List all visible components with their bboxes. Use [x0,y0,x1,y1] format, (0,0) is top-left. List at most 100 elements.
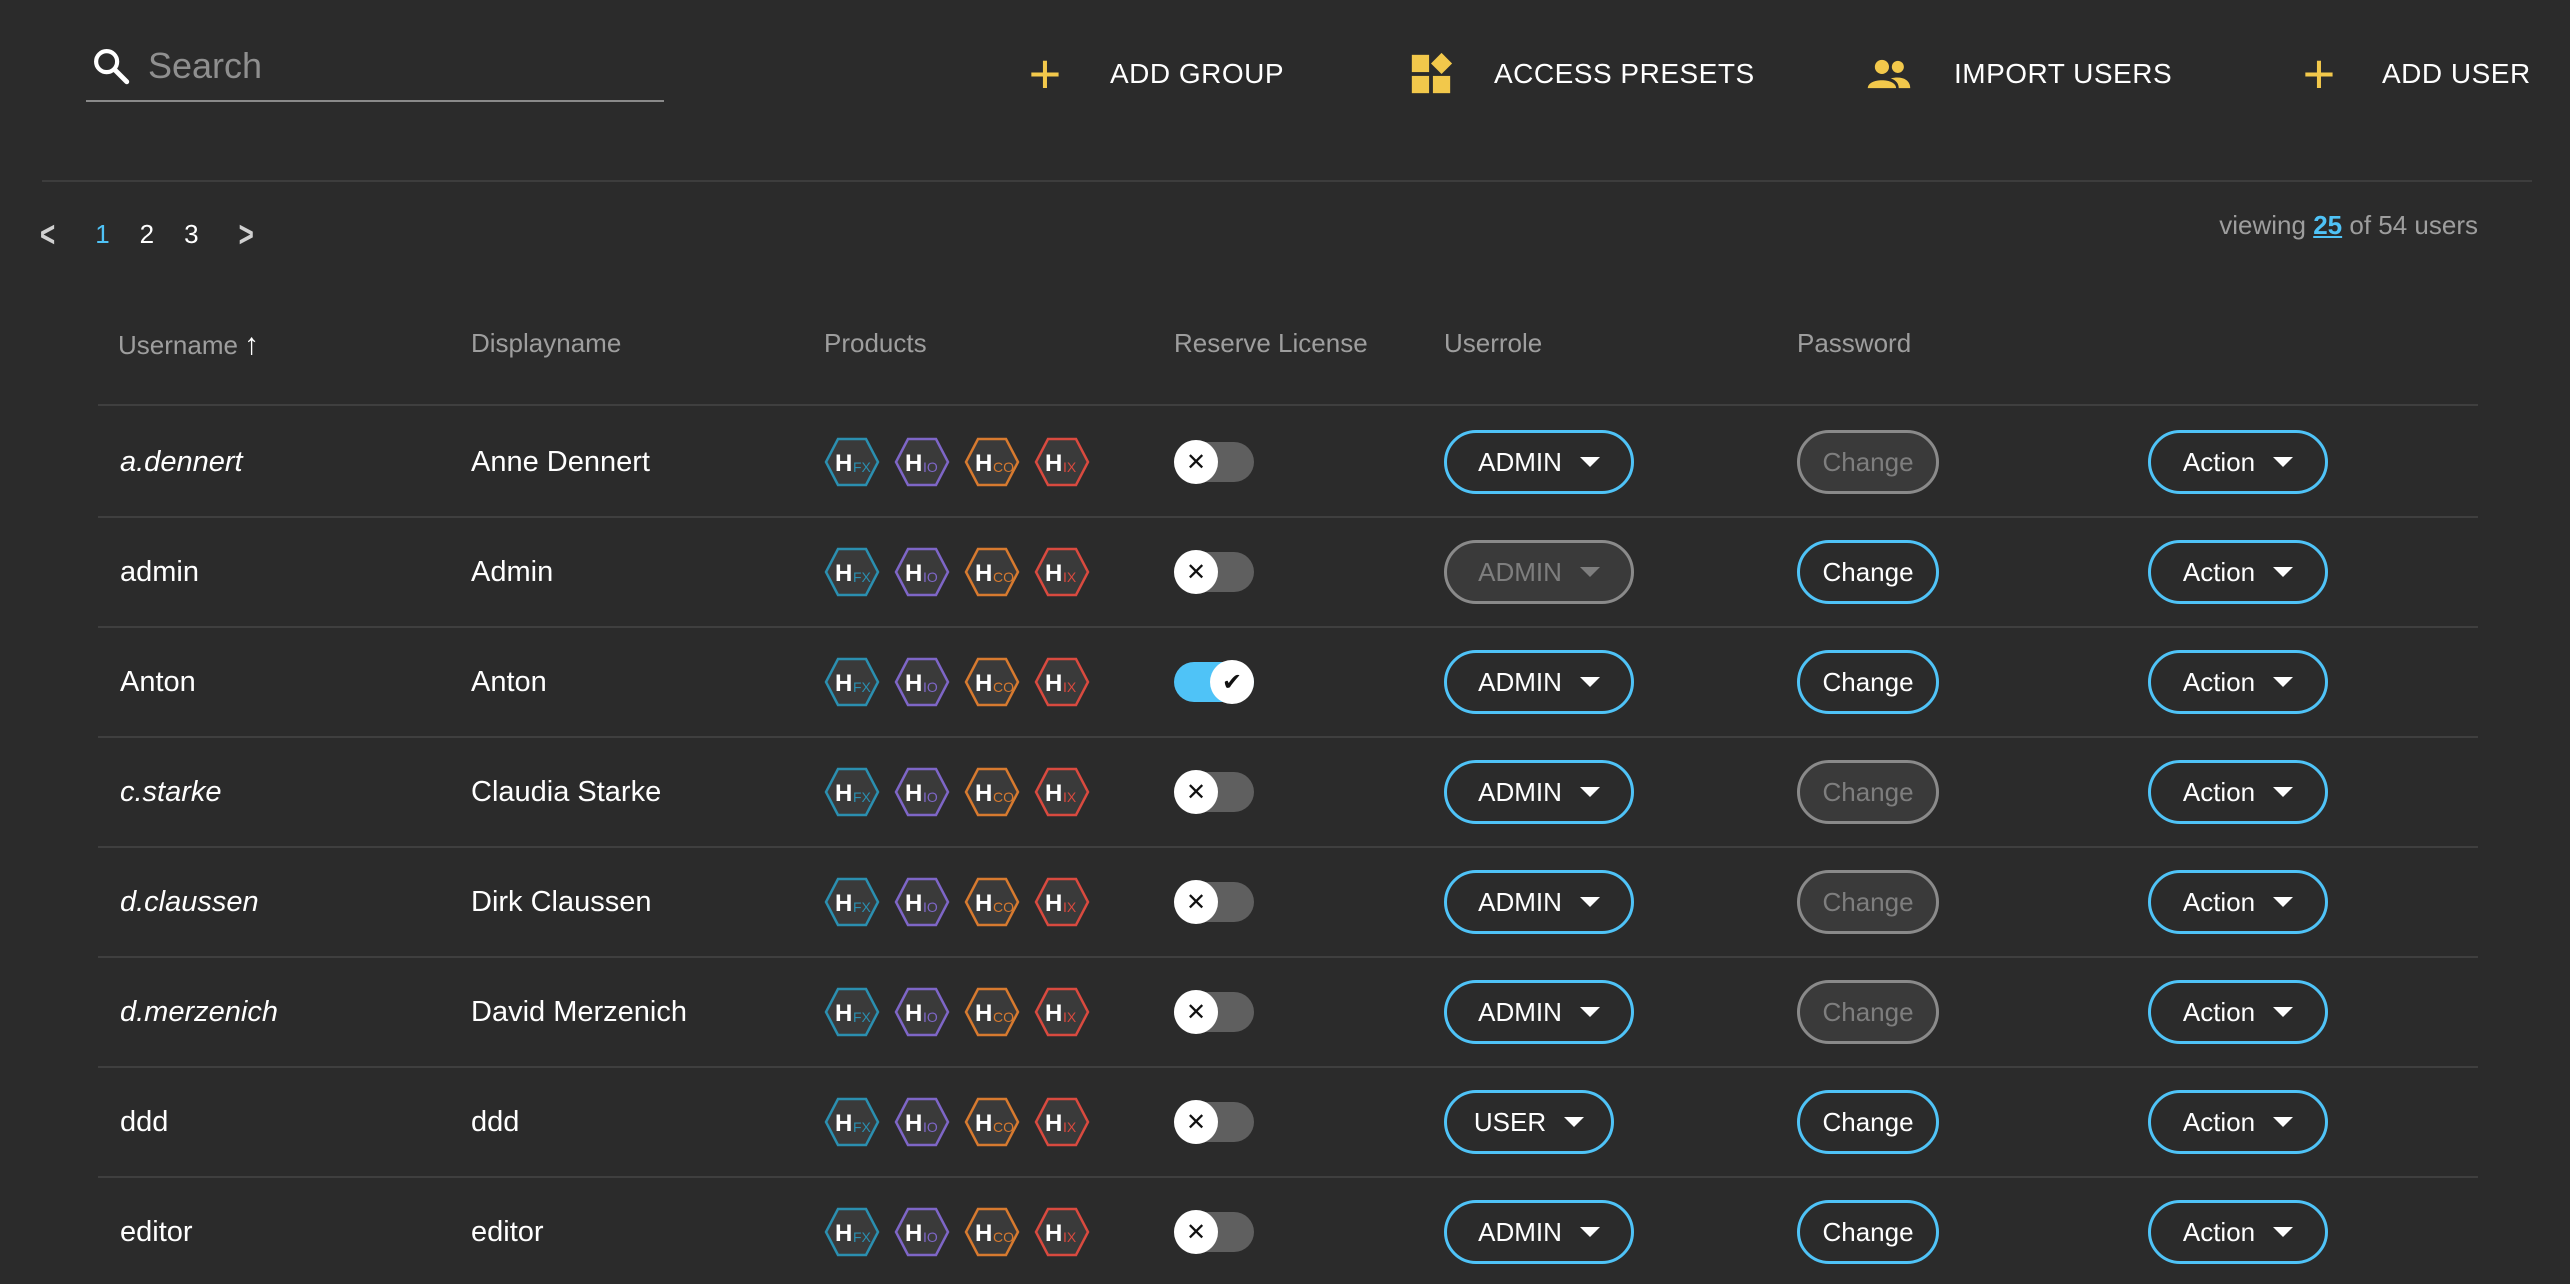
userrole-dropdown[interactable]: ADMIN [1444,430,1634,494]
product-hex-icon[interactable]: H IO [894,546,950,598]
reserve-license-toggle[interactable]: ✕ [1174,1100,1254,1144]
caret-down-icon [2273,897,2294,907]
action-dropdown[interactable]: Action [2148,650,2328,714]
chevron-right-icon[interactable]: > [239,212,254,255]
action-dropdown[interactable]: Action [2148,430,2328,494]
header-username[interactable]: Username ↑ [118,328,259,362]
displayname-cell: David Merzenich [471,995,687,1028]
add-group-button[interactable]: + ADD GROUP [1022,40,1284,108]
change-password-button[interactable]: Change [1797,1090,1939,1154]
reserve-license-toggle[interactable]: ✔ [1174,660,1254,704]
product-code: IO [923,459,938,475]
product-code: CO [993,1229,1014,1245]
action-dropdown[interactable]: Action [2148,870,2328,934]
product-hex-icon[interactable]: H IX [1034,766,1090,818]
header-displayname[interactable]: Displayname [471,328,621,359]
product-letter: H [835,890,852,917]
product-code: IX [1063,789,1077,805]
search-input[interactable] [148,45,628,87]
action-cell: Action [2148,1178,2328,1284]
product-letter: H [905,890,922,917]
userrole-dropdown[interactable]: ADMIN [1444,1200,1634,1264]
userrole-cell: ADMIN [1444,1178,1634,1284]
action-label: Action [2182,1216,2256,1247]
access-presets-button[interactable]: ACCESS PRESETS [1408,40,1755,108]
action-dropdown[interactable]: Action [2148,540,2328,604]
product-hex-icon[interactable]: H CO [964,1096,1020,1148]
reserve-license-toggle[interactable]: ✕ [1174,440,1254,484]
caret-down-icon [1579,457,1600,467]
viewing-count-link[interactable]: 25 [2313,210,2342,240]
action-dropdown[interactable]: Action [2148,980,2328,1044]
action-dropdown[interactable]: Action [2148,1200,2328,1264]
product-hex-icon[interactable]: H IO [894,1206,950,1258]
product-hex-icon[interactable]: H IO [894,656,950,708]
change-password-button[interactable]: Change [1797,540,1939,604]
product-letter: H [1045,450,1062,477]
product-hex-icon[interactable]: H CO [964,1206,1020,1258]
reserve-license-toggle[interactable]: ✕ [1174,1210,1254,1254]
product-hex-icon[interactable]: H CO [964,656,1020,708]
chevron-left-icon[interactable]: < [40,212,55,255]
action-dropdown[interactable]: Action [2148,760,2328,824]
product-hex-icon[interactable]: H IO [894,876,950,928]
page-3[interactable]: 3 [184,219,198,250]
change-password-button[interactable]: Change [1797,760,1939,824]
caret-down-icon [2273,1007,2294,1017]
product-hex-icon[interactable]: H FX [824,546,880,598]
product-hex-icon[interactable]: H FX [824,766,880,818]
product-hex-icon[interactable]: H FX [824,656,880,708]
change-password-button[interactable]: Change [1797,980,1939,1044]
userrole-dropdown[interactable]: ADMIN [1444,980,1634,1044]
reserve-license-toggle[interactable]: ✕ [1174,880,1254,924]
userrole-dropdown[interactable]: ADMIN [1444,650,1634,714]
userrole-value: ADMIN [1478,446,1562,477]
reserve-license-toggle[interactable]: ✕ [1174,550,1254,594]
action-label: Action [2182,556,2256,587]
userrole-cell: ADMIN [1444,848,1634,956]
product-hex-icon[interactable]: H FX [824,436,880,488]
product-hex-icon[interactable]: H CO [964,986,1020,1038]
product-hex-icon[interactable]: H IO [894,1096,950,1148]
product-hex-icon[interactable]: H IX [1034,546,1090,598]
product-hex-icon[interactable]: H IX [1034,656,1090,708]
product-hex-icon[interactable]: H FX [824,1096,880,1148]
userrole-dropdown[interactable]: ADMIN [1444,870,1634,934]
reserve-license-toggle[interactable]: ✕ [1174,770,1254,814]
product-code: IX [1063,1119,1077,1135]
product-letter: H [905,1220,922,1247]
product-hex-icon[interactable]: H IX [1034,876,1090,928]
userrole-dropdown[interactable]: USER [1444,1090,1614,1154]
product-hex-icon[interactable]: H CO [964,436,1020,488]
product-hex-icon[interactable]: H IX [1034,436,1090,488]
product-hex-icon[interactable]: H IO [894,436,950,488]
check-icon: ✔ [1210,660,1254,704]
product-hex-icon[interactable]: H IX [1034,986,1090,1038]
change-password-button[interactable]: Change [1797,870,1939,934]
product-hex-icon[interactable]: H IX [1034,1096,1090,1148]
import-users-button[interactable]: IMPORT USERS [1866,40,2172,108]
product-hex-icon[interactable]: H FX [824,1206,880,1258]
product-code: IO [923,1009,938,1025]
action-dropdown[interactable]: Action [2148,1090,2328,1154]
product-hex-icon[interactable]: H FX [824,876,880,928]
userrole-dropdown[interactable]: ADMIN [1444,540,1634,604]
product-hex-icon[interactable]: H CO [964,876,1020,928]
product-hex-icon[interactable]: H FX [824,986,880,1038]
product-hex-icon[interactable]: H IO [894,766,950,818]
change-password-button[interactable]: Change [1797,1200,1939,1264]
people-icon [1866,51,1912,97]
userrole-dropdown[interactable]: ADMIN [1444,760,1634,824]
add-user-button[interactable]: + ADD USER [2296,40,2531,108]
plus-icon: + [2302,42,2336,105]
change-password-button[interactable]: Change [1797,430,1939,494]
header-reserve-license: Reserve License [1174,328,1368,358]
product-hex-icon[interactable]: H IO [894,986,950,1038]
product-hex-icon[interactable]: H CO [964,766,1020,818]
product-hex-icon[interactable]: H IX [1034,1206,1090,1258]
page-1[interactable]: 1 [95,219,109,250]
reserve-license-toggle[interactable]: ✕ [1174,990,1254,1034]
product-hex-icon[interactable]: H CO [964,546,1020,598]
page-2[interactable]: 2 [140,219,154,250]
change-password-button[interactable]: Change [1797,650,1939,714]
